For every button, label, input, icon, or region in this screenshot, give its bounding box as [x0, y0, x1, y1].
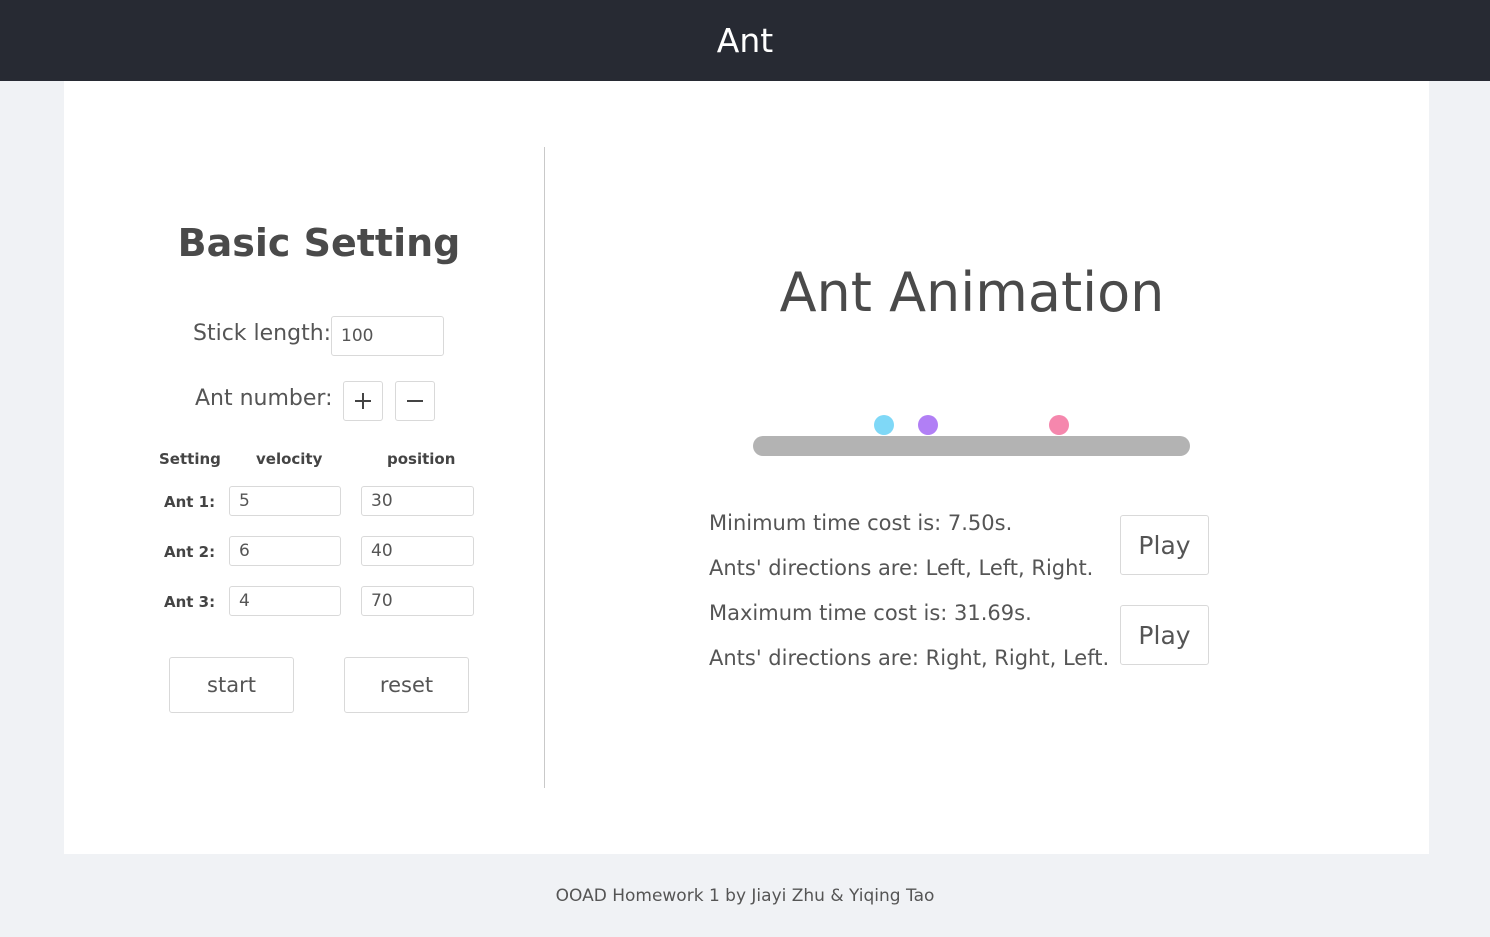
basic-setting-title: Basic Setting: [177, 221, 461, 265]
add-ant-button[interactable]: [343, 381, 383, 421]
ant-dot-1: [874, 415, 895, 435]
ant-number-label: Ant number:: [195, 386, 333, 411]
ant-3-velocity-input[interactable]: [229, 586, 341, 616]
remove-ant-button[interactable]: [395, 381, 435, 421]
minus-icon: [407, 400, 423, 402]
main-content: Basic Setting Stick length: Ant number: …: [64, 81, 1429, 854]
ant-3-label: Ant 3:: [164, 593, 216, 611]
stick-length-input[interactable]: [331, 316, 444, 356]
panel-divider: [544, 147, 545, 788]
reset-button[interactable]: reset: [344, 657, 469, 713]
max-directions-text: Ants' directions are: Right, Right, Left…: [709, 646, 1110, 670]
ant-dot-3: [1048, 415, 1069, 435]
app-header: Ant: [0, 0, 1490, 81]
footer-text: OOAD Homework 1 by Jiayi Zhu & Yiqing Ta…: [555, 886, 935, 906]
app-title: Ant: [716, 21, 774, 60]
column-header-setting: Setting: [159, 450, 221, 468]
max-time-text: Maximum time cost is: 31.69s.: [709, 601, 1032, 625]
ant-1-label: Ant 1:: [164, 493, 216, 511]
ant-2-position-input[interactable]: [361, 536, 474, 566]
ant-2-velocity-input[interactable]: [229, 536, 341, 566]
play-min-button[interactable]: Play: [1120, 515, 1209, 575]
play-max-button[interactable]: Play: [1120, 605, 1209, 665]
stick: [753, 436, 1190, 456]
ant-1-velocity-input[interactable]: [229, 486, 341, 516]
ant-animation-title: Ant Animation: [779, 261, 1165, 324]
ant-3-position-input[interactable]: [361, 586, 474, 616]
ant-2-label: Ant 2:: [164, 543, 216, 561]
min-time-text: Minimum time cost is: 7.50s.: [709, 511, 1013, 535]
min-directions-text: Ants' directions are: Left, Left, Right.: [709, 556, 1094, 580]
column-header-velocity: velocity: [256, 450, 323, 468]
stick-length-label: Stick length:: [193, 321, 332, 346]
start-button[interactable]: start: [169, 657, 294, 713]
ant-dot-2: [917, 415, 938, 435]
plus-icon: [355, 393, 371, 409]
column-header-position: position: [387, 450, 456, 468]
ant-1-position-input[interactable]: [361, 486, 474, 516]
